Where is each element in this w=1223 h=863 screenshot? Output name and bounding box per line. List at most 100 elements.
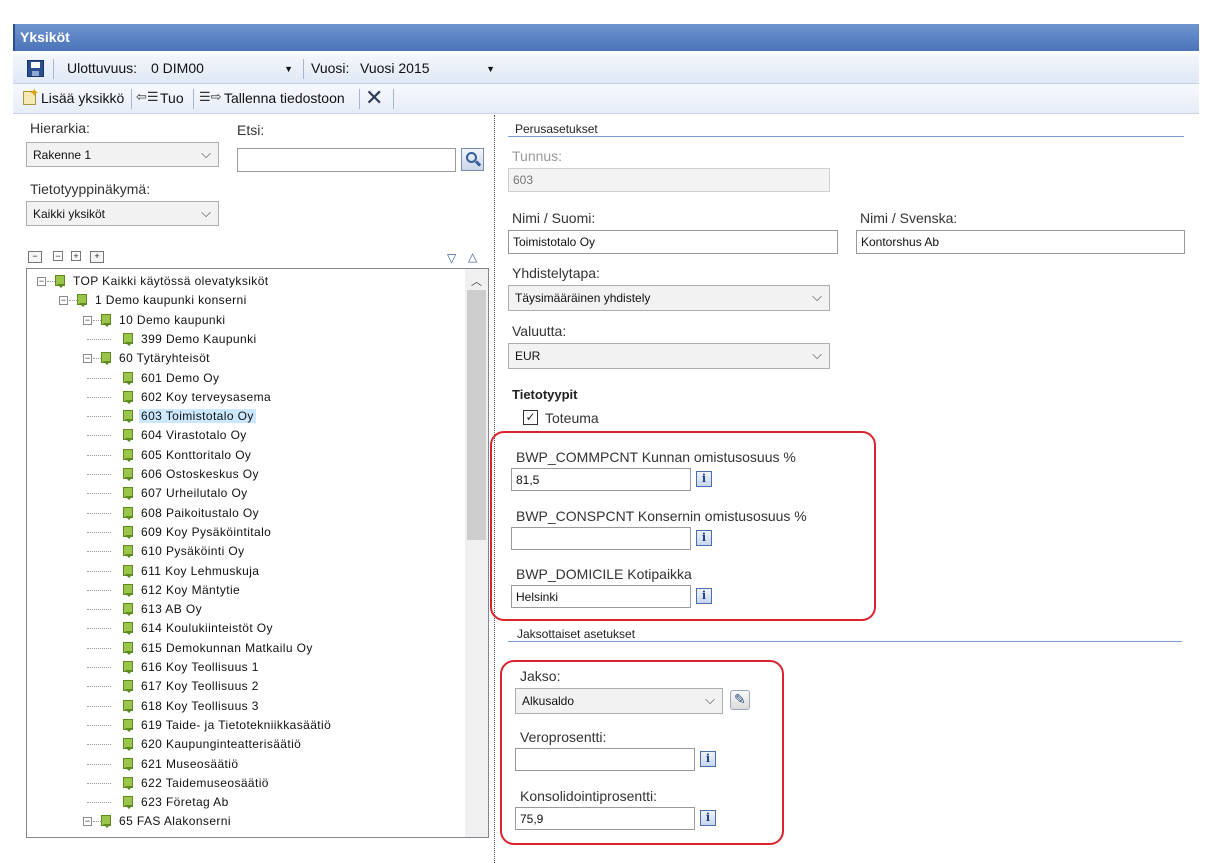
chevron-down-icon: ⌵ xyxy=(812,347,822,362)
commpcnt-field[interactable]: 81,5 xyxy=(511,468,691,491)
tree-item[interactable]: 618 Koy Teollisuus 3 xyxy=(27,697,465,716)
tree-item[interactable]: 602 Koy terveysasema xyxy=(27,388,465,407)
tree-item[interactable]: 615 Demokunnan Matkailu Oy xyxy=(27,639,465,658)
add-unit-label: Lisää yksikkö xyxy=(41,90,125,106)
tree-item[interactable]: 619 Taide- ja Tietotekniikkasäätiö xyxy=(27,716,465,735)
name-sv-field[interactable]: Kontorshus Ab xyxy=(856,230,1185,254)
currency-select[interactable]: EUR ⌵ xyxy=(508,343,830,369)
tree-item[interactable]: 622 Taidemuseosäätiö xyxy=(27,774,465,793)
year-label: Vuosi: xyxy=(311,60,350,76)
tree-item[interactable]: 621 Museosäätiö xyxy=(27,755,465,774)
chevron-up-icon[interactable]: ︿ xyxy=(471,273,482,289)
tree-item[interactable]: − TOP Kaikki käytössä olevatyksiköt xyxy=(27,272,465,291)
consolidation-pct-field[interactable]: 75,9 xyxy=(515,807,695,830)
tree-item-label: 612 Koy Mäntytie xyxy=(141,582,241,597)
info-icon[interactable]: i xyxy=(696,530,712,546)
unit-flag-icon xyxy=(123,603,135,617)
conspcnt-field[interactable] xyxy=(511,527,691,550)
tree-item[interactable]: 613 AB Oy xyxy=(27,600,465,619)
tree-item[interactable]: 607 Urheilutalo Oy xyxy=(27,484,465,503)
year-value: Vuosi 2015 xyxy=(360,60,430,76)
collapse-all-icon[interactable]: − xyxy=(28,251,42,263)
tree-item[interactable]: 601 Demo Oy xyxy=(27,369,465,388)
tree-scroll-thumb[interactable] xyxy=(467,290,486,540)
tree-item[interactable]: 611 Koy Lehmuskuja xyxy=(27,562,465,581)
tree-item[interactable]: 620 Kaupunginteatterisäätiö xyxy=(27,735,465,754)
year-select[interactable]: Vuosi 2015 ▼ xyxy=(356,58,499,80)
collapse-toggle-icon[interactable]: − xyxy=(37,277,46,286)
unit-flag-icon xyxy=(123,757,135,771)
move-down-icon[interactable]: ▽ xyxy=(447,251,456,265)
tree-item-label: 614 Koulukiinteistöt Oy xyxy=(141,621,273,636)
import-label: Tuo xyxy=(160,90,184,106)
unit-flag-icon xyxy=(101,815,113,829)
tree-item[interactable]: − 1 Demo kaupunki konserni xyxy=(27,291,465,310)
datatypes-title: Tietotyypit xyxy=(512,387,578,402)
collapse-icon[interactable]: − xyxy=(53,251,63,261)
chevron-down-icon: ⌵ xyxy=(812,289,822,304)
datatype-view-label: Tietotyyppinäkymä: xyxy=(30,181,151,197)
expand-all-icon[interactable]: + xyxy=(90,251,104,263)
tree-item[interactable]: − 10 Demo kaupunki xyxy=(27,311,465,330)
info-icon[interactable]: i xyxy=(696,588,712,604)
tree-item-label: 605 Konttoritalo Oy xyxy=(141,447,252,462)
expand-icon[interactable]: + xyxy=(71,251,81,261)
datatype-view-select[interactable]: Kaikki yksiköt ⌵ xyxy=(26,201,219,226)
tree-item[interactable]: 612 Koy Mäntytie xyxy=(27,581,465,600)
hierarchy-select[interactable]: Rakenne 1 ⌵ xyxy=(26,142,219,167)
name-sv-label: Nimi / Svenska: xyxy=(860,210,958,226)
tree-item-label: 602 Koy terveysasema xyxy=(141,389,272,404)
domicile-label: BWP_DOMICILE Kotipaikka xyxy=(516,566,692,582)
tree-item[interactable]: − 65 FAS Alakonserni xyxy=(27,812,465,831)
unit-flag-icon xyxy=(123,468,135,481)
collapse-toggle-icon[interactable]: − xyxy=(83,315,92,325)
period-select[interactable]: Alkusaldo ⌵ xyxy=(515,688,723,714)
tree-item[interactable]: 617 Koy Teollisuus 2 xyxy=(27,677,465,696)
save-icon[interactable] xyxy=(27,60,44,77)
tree-item[interactable]: 623 Företag Ab xyxy=(27,793,465,812)
tax-rate-field[interactable] xyxy=(515,748,695,771)
tree-item[interactable]: 610 Pysäköinti Oy xyxy=(27,542,465,561)
dimension-select[interactable]: 0 DIM00 ▼ xyxy=(147,58,297,80)
name-fi-field[interactable]: Toimistotalo Oy xyxy=(508,230,838,254)
tree-item[interactable]: 606 Ostoskeskus Oy xyxy=(27,465,465,484)
tree-item[interactable]: 608 Paikoitustalo Oy xyxy=(27,504,465,523)
tree-item-label: 615 Demokunnan Matkailu Oy xyxy=(141,640,313,655)
add-unit-button[interactable]: ✦ Lisää yksikkö xyxy=(21,88,125,109)
close-icon[interactable]: ✕ xyxy=(365,86,387,110)
actual-checkbox[interactable]: ✓ xyxy=(523,410,538,425)
unit-tree[interactable]: − TOP Kaikki käytössä olevatyksiköt −1 Dem… xyxy=(26,268,489,838)
collapse-toggle-icon[interactable]: − xyxy=(83,817,92,827)
chevron-down-icon: ⌵ xyxy=(201,205,211,220)
info-icon[interactable]: i xyxy=(696,471,712,487)
tree-item-label: 619 Taide- ja Tietotekniikkasäätiö xyxy=(141,717,332,732)
domicile-field[interactable]: Helsinki xyxy=(511,585,691,608)
collapse-toggle-icon[interactable]: − xyxy=(59,296,68,306)
section-divider xyxy=(508,641,1182,642)
tree-item[interactable]: 603 Toimistotalo Oy xyxy=(27,407,465,426)
collapse-toggle-icon[interactable]: − xyxy=(83,354,92,364)
search-input[interactable] xyxy=(237,148,456,172)
conspcnt-label: BWP_CONSPCNT Konsernin omistusosuus % xyxy=(516,508,807,524)
info-icon[interactable]: i xyxy=(700,810,716,826)
info-icon[interactable]: i xyxy=(700,751,716,767)
save-to-file-button[interactable]: ☰⇨ Tallenna tiedostoon xyxy=(199,89,353,109)
import-button[interactable]: ⇦☰ Tuo xyxy=(136,89,188,109)
unit-flag-icon xyxy=(123,680,135,694)
tree-item[interactable]: 609 Koy Pysäköintitalo xyxy=(27,523,465,542)
tree-item[interactable]: − 60 Tytäryhteisöt xyxy=(27,349,465,368)
tree-item[interactable]: 616 Koy Teollisuus 1 xyxy=(27,658,465,677)
consolidation-select[interactable]: Täysimääräinen yhdistely ⌵ xyxy=(508,285,830,311)
tree-item-label: 606 Ostoskeskus Oy xyxy=(141,467,259,481)
tree-item[interactable]: 605 Konttoritalo Oy xyxy=(27,446,465,465)
move-up-icon[interactable]: △ xyxy=(468,250,477,264)
datatype-view-value: Kaikki yksiköt xyxy=(33,207,106,221)
edit-period-button[interactable]: ✎ xyxy=(730,690,750,710)
search-button[interactable] xyxy=(461,148,484,171)
tree-item[interactable]: 399 Demo Kaupunki xyxy=(27,330,465,349)
tree-item-label: 608 Paikoitustalo Oy xyxy=(141,505,260,520)
tree-item[interactable]: 614 Koulukiinteistöt Oy xyxy=(27,619,465,638)
tree-item[interactable]: 604 Virastotalo Oy xyxy=(27,426,465,445)
unit-flag-icon xyxy=(123,718,135,732)
unit-flag-icon xyxy=(123,641,135,655)
